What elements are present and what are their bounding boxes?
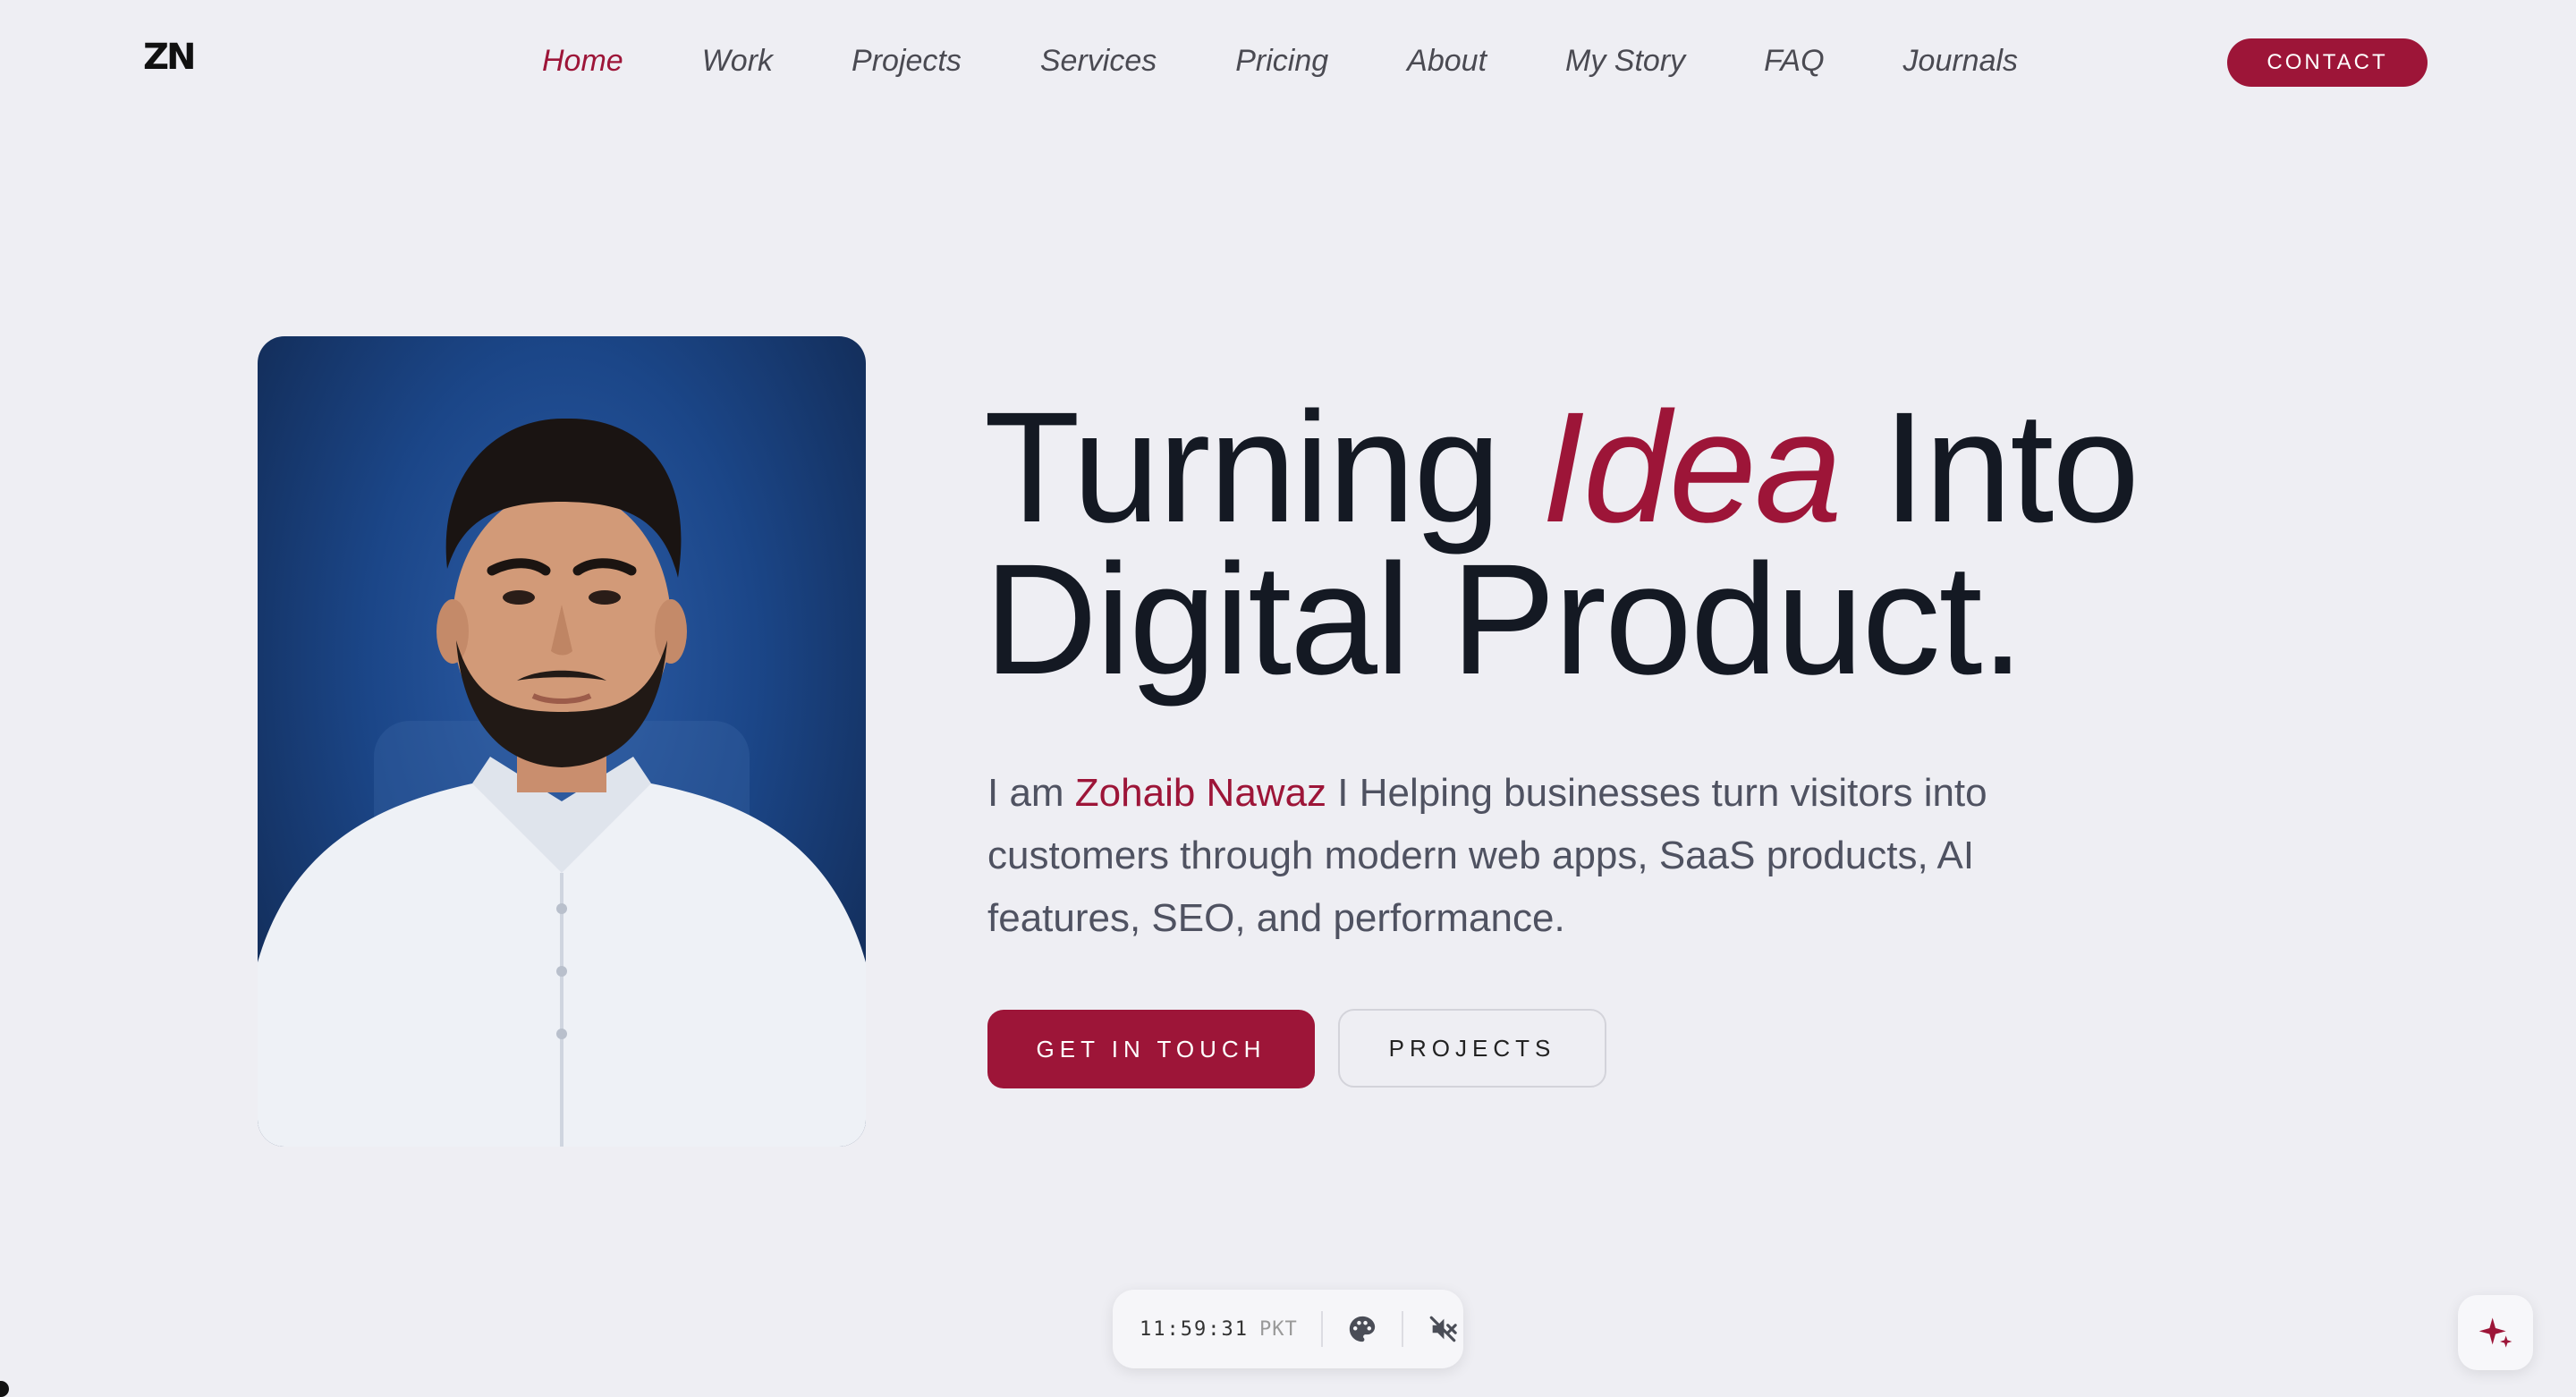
intro-name: Zohaib Nawaz xyxy=(1074,771,1327,815)
main-nav: Home Work Projects Services Pricing Abou… xyxy=(542,39,2097,82)
palette-icon[interactable] xyxy=(1346,1313,1378,1345)
profile-photo xyxy=(258,336,866,1147)
nav-work[interactable]: Work xyxy=(702,44,773,79)
hero-headline: Turning Idea Into Digital Product. xyxy=(984,389,2140,698)
headline-line2: Digital Product. xyxy=(984,532,2024,707)
get-in-touch-button[interactable]: GET IN TOUCH xyxy=(987,1010,1315,1088)
nav-journals[interactable]: Journals xyxy=(1903,44,2019,79)
headline-accent: Idea xyxy=(1541,380,1843,555)
headline-part1: Turning xyxy=(984,380,1542,555)
intro-prefix: I am xyxy=(987,771,1075,815)
nav-my-story[interactable]: My Story xyxy=(1565,44,1685,79)
projects-button[interactable]: PROJECTS xyxy=(1338,1009,1606,1088)
status-bar: 11:59:31 PKT xyxy=(1113,1290,1463,1368)
contact-button[interactable]: CONTACT xyxy=(2227,38,2428,87)
clock-time: 11:59:31 xyxy=(1140,1317,1249,1341)
divider xyxy=(1401,1311,1403,1347)
logo[interactable]: ZN xyxy=(143,39,197,75)
sound-off-icon[interactable] xyxy=(1427,1313,1459,1345)
nav-pricing[interactable]: Pricing xyxy=(1235,44,1328,79)
nav-services[interactable]: Services xyxy=(1040,44,1157,79)
nav-home[interactable]: Home xyxy=(542,44,623,79)
nav-faq[interactable]: FAQ xyxy=(1764,44,1824,79)
portrait-illustration xyxy=(258,418,866,1147)
divider xyxy=(1320,1311,1323,1347)
sparkle-icon xyxy=(2479,1317,2512,1348)
headline-part2: Into xyxy=(1840,380,2140,555)
nav-projects[interactable]: Projects xyxy=(852,44,962,79)
clock-timezone: PKT xyxy=(1258,1317,1298,1341)
nav-about[interactable]: About xyxy=(1407,44,1487,79)
corner-indicator xyxy=(0,1381,9,1397)
hero-intro: I am Zohaib Nawaz I Helping businesses t… xyxy=(987,762,2025,950)
ai-assistant-button[interactable] xyxy=(2458,1295,2533,1370)
